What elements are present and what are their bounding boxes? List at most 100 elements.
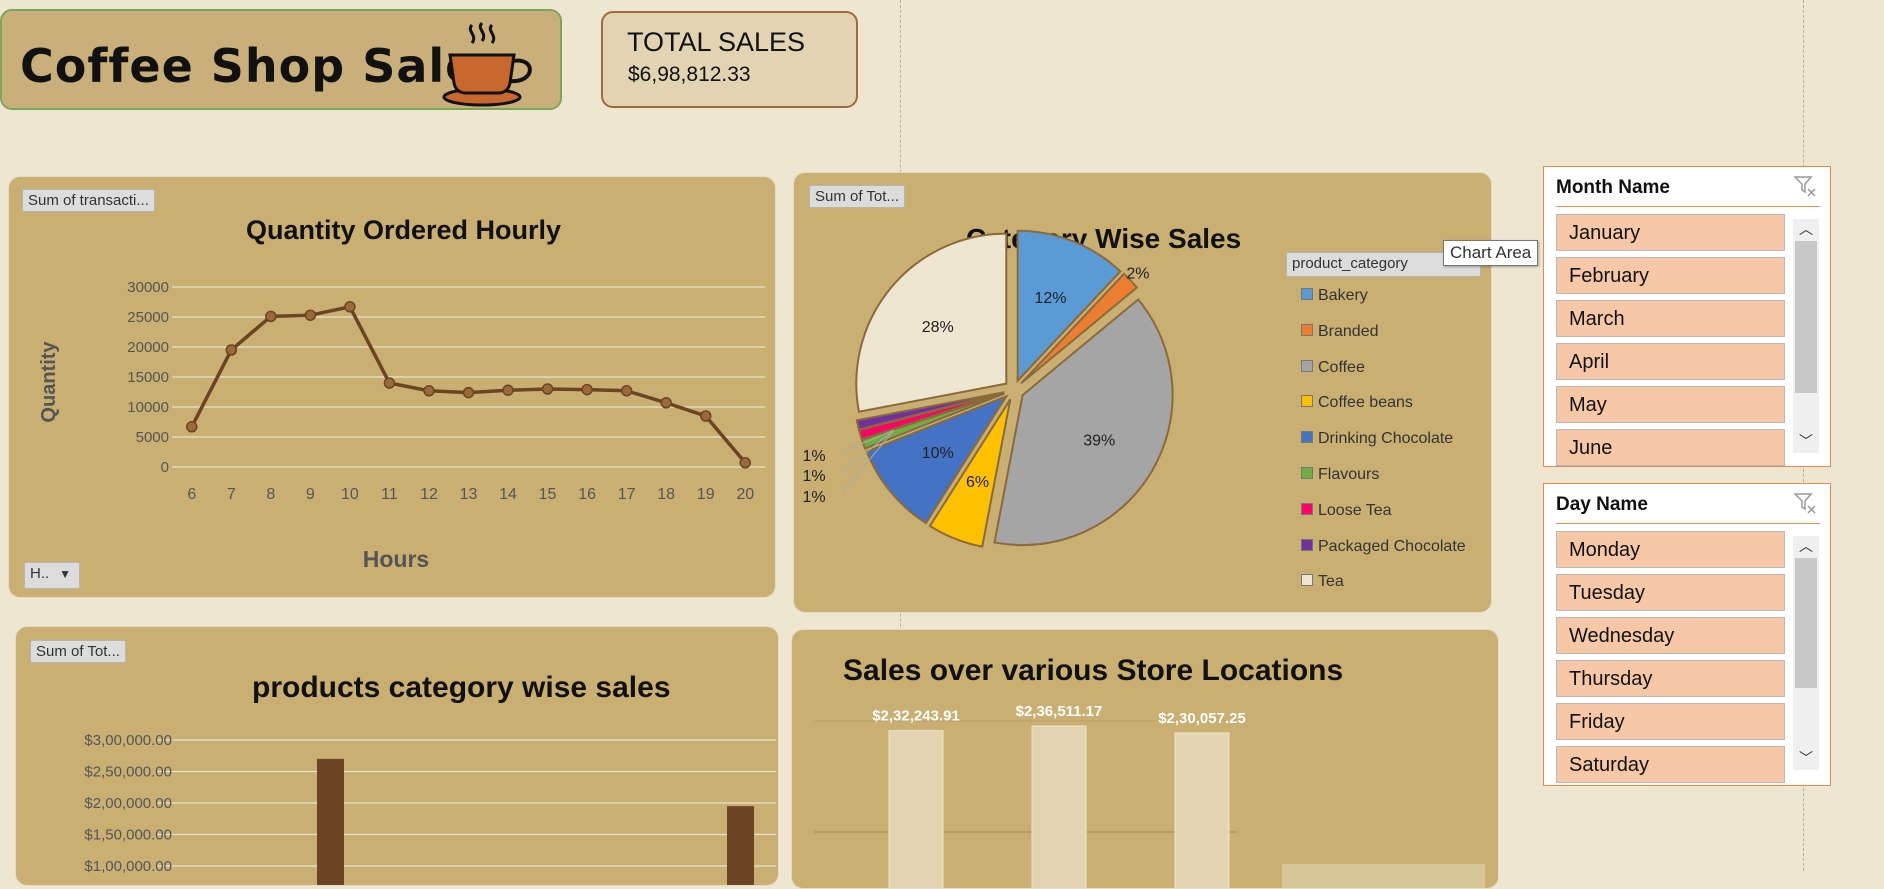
stores-chart-panel[interactable]: Sales over various Store Locations $2,32… <box>791 629 1499 889</box>
legend-item[interactable]: Bakery <box>1301 287 1368 305</box>
clear-filter-icon[interactable] <box>1794 175 1816 197</box>
pie-data-label: 1% <box>802 489 825 506</box>
data-point <box>502 384 514 396</box>
legend-label: Coffee <box>1318 358 1365 376</box>
legend-item[interactable]: Tea <box>1301 573 1344 591</box>
pie-data-label: 10% <box>922 445 954 462</box>
slicer-item-wednesday[interactable]: Wednesday <box>1556 617 1785 654</box>
title-box[interactable]: Coffee Shop Sales <box>0 9 562 110</box>
slicer-title: Day Name <box>1556 494 1648 515</box>
pie-data-label: 28% <box>922 319 954 336</box>
slicer-divider <box>1556 523 1820 524</box>
scroll-thumb[interactable] <box>1795 241 1817 393</box>
legend-item[interactable]: Flavours <box>1301 466 1379 484</box>
data-point <box>541 383 554 395</box>
x-tick-label: 19 <box>697 486 715 503</box>
legend-swatch <box>1301 467 1313 479</box>
legend-swatch <box>1301 502 1313 515</box>
legend-item[interactable]: Packaged Chocolate <box>1301 538 1466 556</box>
hourly-chart-panel[interactable]: Sum of transacti... Quantity Ordered Hou… <box>8 176 776 598</box>
bar-data-label: $2,30,057.25 <box>1158 710 1246 727</box>
legend-label: Bakery <box>1318 287 1368 304</box>
legend-label: Branded <box>1318 322 1379 340</box>
bar-data-label: $2,32,243.91 <box>872 708 960 725</box>
pie-data-label: 12% <box>1034 290 1066 307</box>
category-chart-panel[interactable]: Sum of Tot... Category Wise Sales 12% 2% 3… <box>793 172 1492 613</box>
data-point <box>462 386 475 399</box>
data-point <box>699 410 712 422</box>
data-point <box>581 383 593 396</box>
month-slicer[interactable]: Month Name January February March April May J… <box>1543 166 1831 467</box>
total-sales-card[interactable]: TOTAL SALES $6,98,812.33 <box>601 11 858 108</box>
y-tick-label: 10000 <box>127 399 169 416</box>
slicer-item-march[interactable]: March <box>1556 300 1785 337</box>
legend-item[interactable]: Branded <box>1301 323 1379 341</box>
y-tick-label: $3,00,000.00 <box>84 732 172 749</box>
y-tick-label: 0 <box>161 459 169 476</box>
y-tick-label: $2,50,000.00 <box>84 764 172 781</box>
products-bar-chart: $1,00,000.00 $1,50,000.00 $2,00,000.00 $2,5… <box>84 732 776 885</box>
pie-data-label: 2% <box>1126 266 1149 283</box>
products-chart-panel[interactable]: Sum of Tot... products category wise sal… <box>15 626 779 886</box>
scroll-thumb[interactable] <box>1795 558 1817 688</box>
series-line <box>190 305 747 464</box>
legend-label: Flavours <box>1318 466 1380 483</box>
scroll-up-icon[interactable]: ︿ <box>1793 219 1819 239</box>
x-tick-label: 20 <box>736 486 754 503</box>
x-tick-label: 17 <box>618 486 636 503</box>
y-tick-label: $1,00,000.00 <box>84 858 172 875</box>
slicer-item-tuesday[interactable]: Tuesday <box>1556 574 1785 611</box>
legend-swatch <box>1301 288 1313 300</box>
bar <box>888 730 944 888</box>
y-axis-label: Quantity <box>38 341 60 423</box>
bar <box>1282 864 1485 888</box>
bar <box>317 758 344 885</box>
data-point <box>265 310 277 323</box>
page-title: Coffee Shop Sales <box>20 39 506 93</box>
data-point <box>225 344 238 356</box>
slicer-scrollbar[interactable]: ︿ ﹀ <box>1793 536 1819 770</box>
slicer-item-may[interactable]: May <box>1556 386 1785 423</box>
x-tick-label: 6 <box>187 486 196 503</box>
slicer-item-january[interactable]: January <box>1556 214 1785 251</box>
y-tick-label: $2,00,000.00 <box>84 795 172 812</box>
pie-data-label: 1% <box>802 468 825 485</box>
day-slicer[interactable]: Day Name Monday Tuesday Wednesday Thursday F… <box>1543 483 1831 786</box>
legend-item[interactable]: Coffee beans <box>1301 394 1413 412</box>
legend-label: Loose Tea <box>1318 501 1392 519</box>
bar <box>1174 732 1230 888</box>
data-point <box>383 377 396 389</box>
slicer-item-monday[interactable]: Monday <box>1556 531 1785 568</box>
slicer-item-june[interactable]: June <box>1556 429 1785 466</box>
clear-filter-icon[interactable] <box>1794 492 1816 514</box>
x-tick-label: 15 <box>539 486 557 503</box>
axis-field-button-hours[interactable]: H.. ▼ <box>24 562 80 589</box>
slicer-item-saturday[interactable]: Saturday <box>1556 746 1785 783</box>
scroll-down-icon[interactable]: ﹀ <box>1793 748 1819 768</box>
legend-label: Drinking Chocolate <box>1318 430 1454 448</box>
y-tick-label: 5000 <box>136 429 169 446</box>
legend-swatch <box>1301 431 1313 444</box>
y-tick-label: 20000 <box>127 339 169 356</box>
slicer-item-february[interactable]: February <box>1556 257 1785 294</box>
x-tick-label: 11 <box>381 486 398 503</box>
slicer-item-thursday[interactable]: Thursday <box>1556 660 1785 697</box>
x-tick-label: 12 <box>420 486 438 503</box>
legend-swatch <box>1301 395 1313 408</box>
slicer-item-friday[interactable]: Friday <box>1556 703 1785 740</box>
slicer-item-april[interactable]: April <box>1556 343 1785 380</box>
slicer-scrollbar[interactable]: ︿ ﹀ <box>1793 219 1819 453</box>
y-tick-label: 25000 <box>127 309 169 326</box>
legend-label: Tea <box>1318 573 1344 591</box>
legend-swatch <box>1301 574 1313 587</box>
pie-data-label: 6% <box>966 474 989 491</box>
x-tick-label: 8 <box>266 486 275 503</box>
x-tick-label: 16 <box>578 486 596 503</box>
legend-item[interactable]: Drinking Chocolate <box>1301 430 1453 448</box>
x-tick-label: 7 <box>227 486 236 503</box>
slicer-title: Month Name <box>1556 177 1670 198</box>
scroll-up-icon[interactable]: ︿ <box>1793 536 1819 556</box>
legend-item[interactable]: Coffee <box>1301 359 1365 377</box>
scroll-down-icon[interactable]: ﹀ <box>1793 431 1819 451</box>
legend-item[interactable]: Loose Tea <box>1301 502 1392 520</box>
